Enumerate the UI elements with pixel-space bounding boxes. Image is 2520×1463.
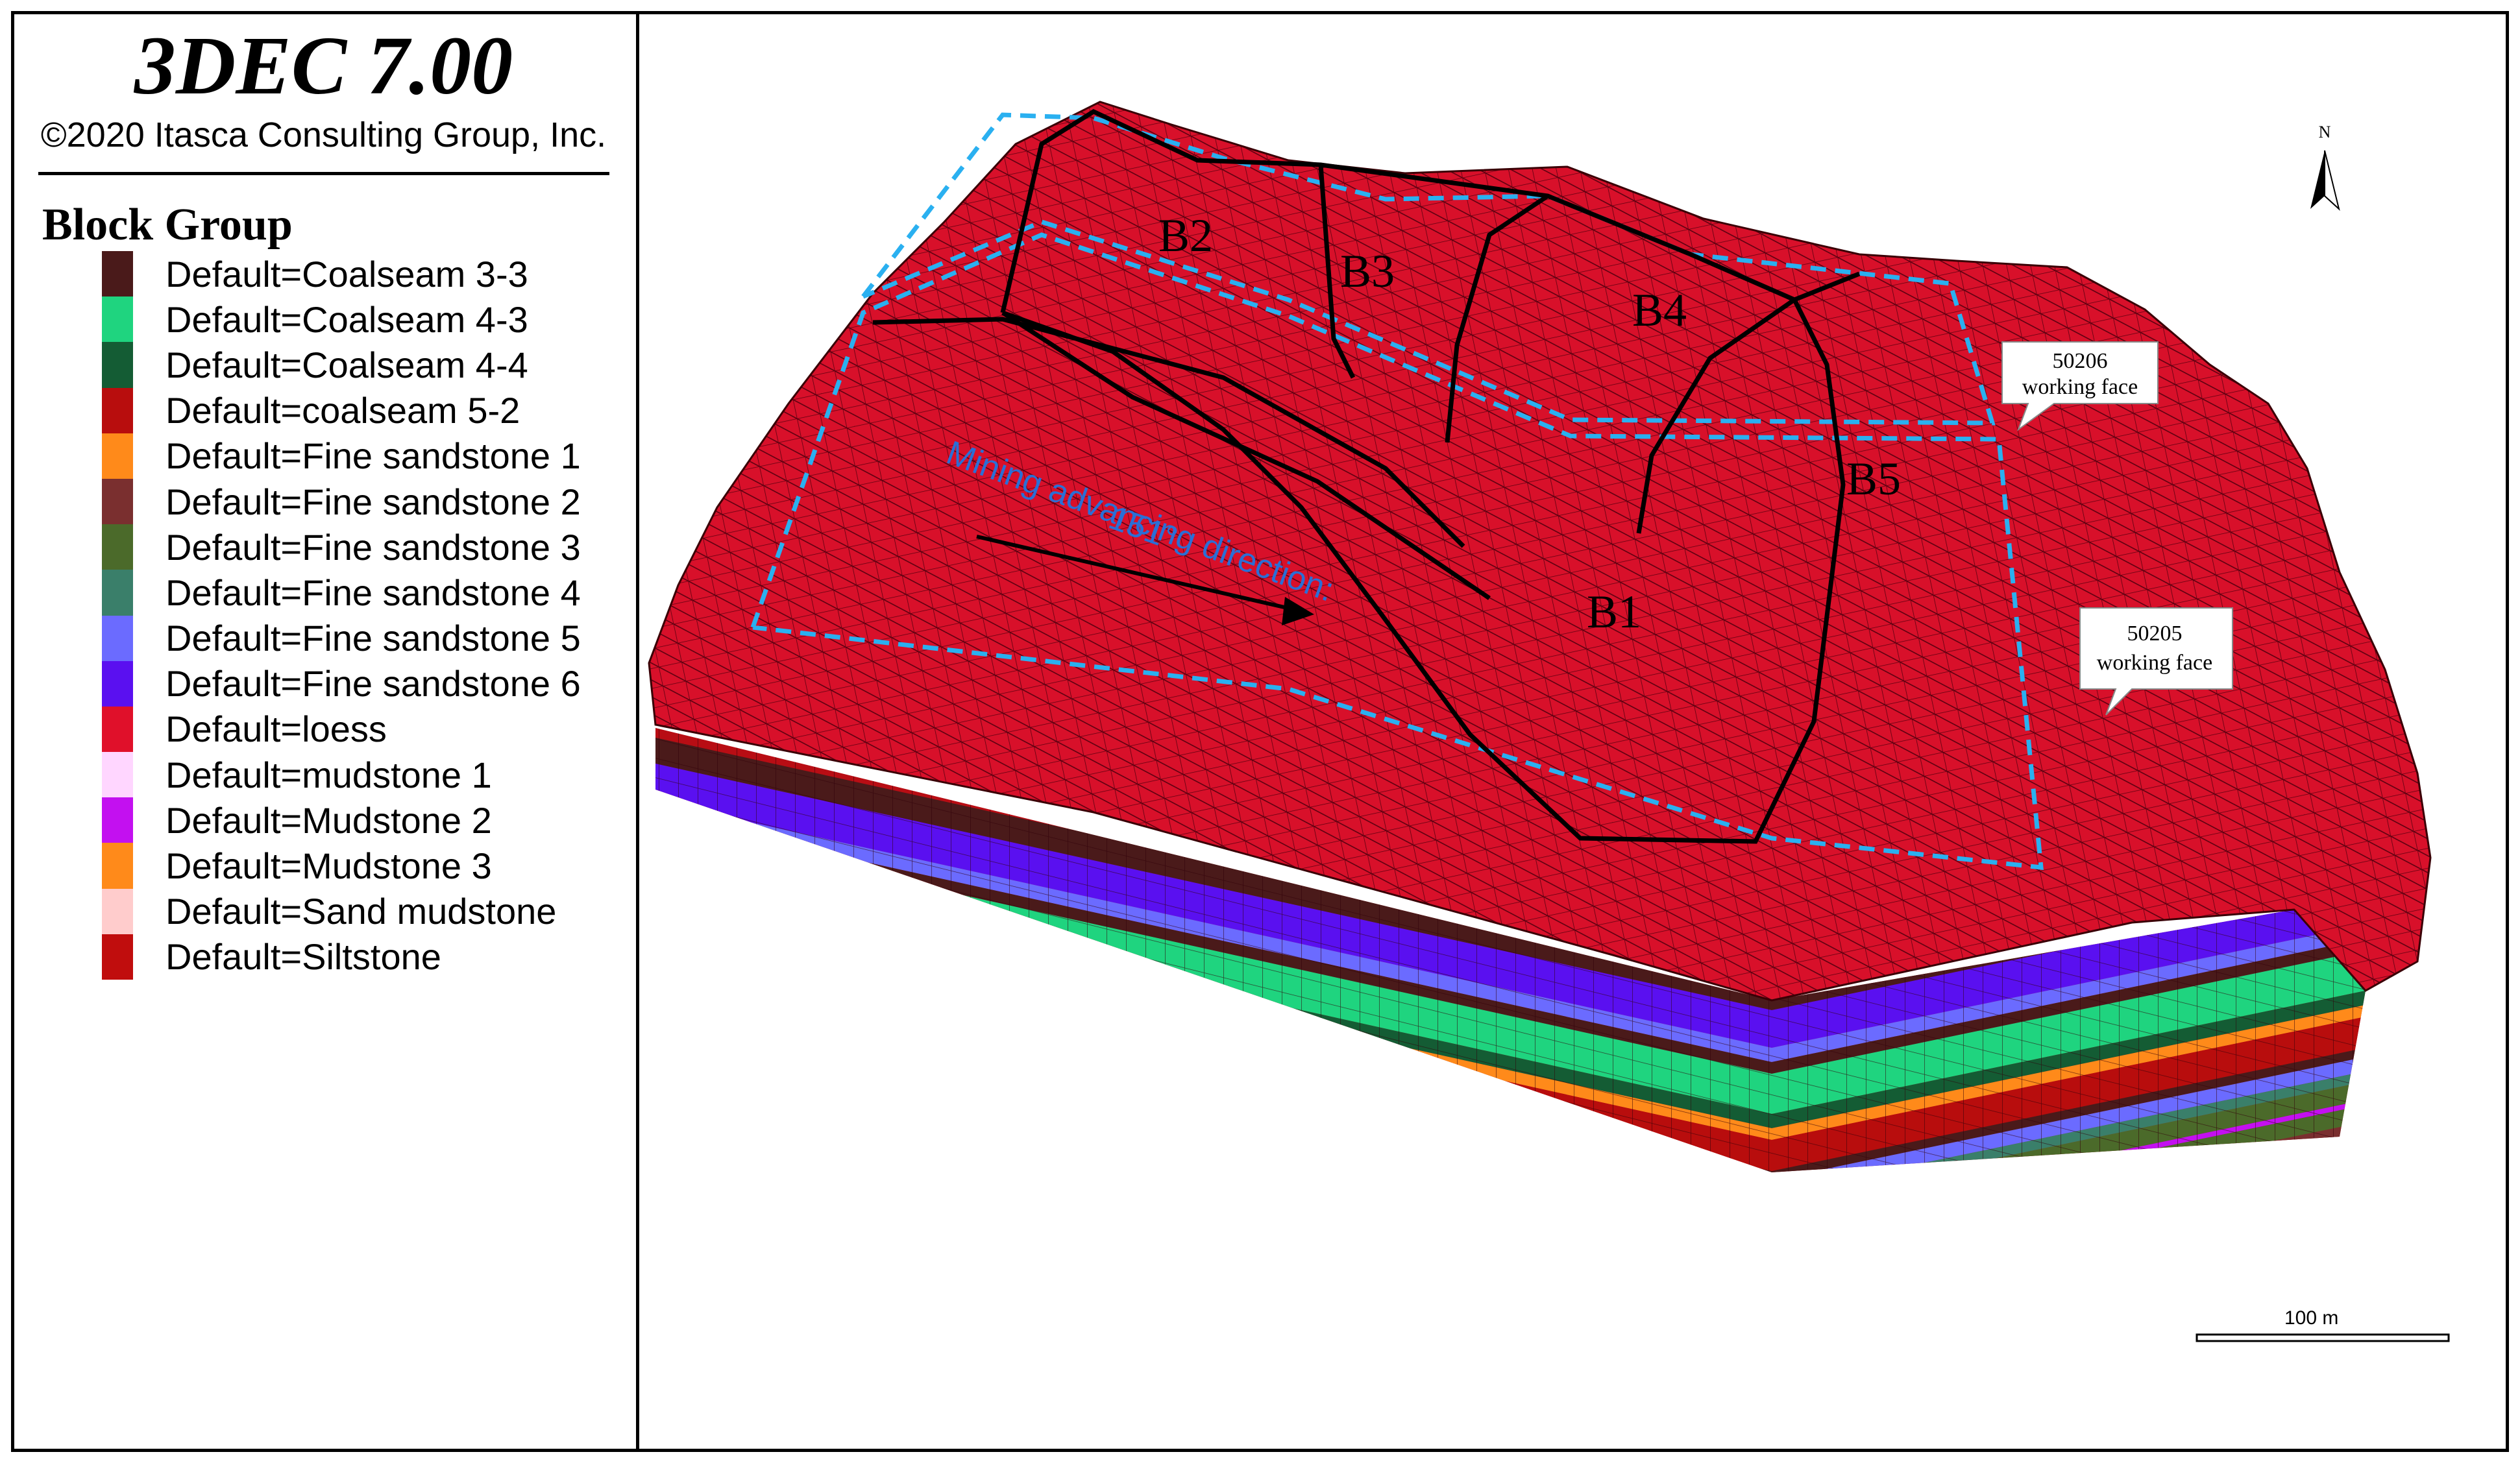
legend-swatch xyxy=(102,251,133,297)
legend-item: Default=Fine sandstone 1 xyxy=(102,433,581,479)
legend-swatch xyxy=(102,478,133,525)
block-label-b1: B1 xyxy=(1587,586,1641,638)
model-viewport[interactable]: Mining advancing direction: 151° B1 B2 B… xyxy=(639,14,2506,1449)
scale-bar-label: 100 m xyxy=(2284,1307,2339,1329)
scale-bar xyxy=(2196,1333,2450,1342)
block-label-b5: B5 xyxy=(1846,453,1901,505)
model-canvas[interactable]: Mining advancing direction: 151° B1 B2 B… xyxy=(639,14,2506,1449)
legend-list: Default=Coalseam 3-3 Default=Coalseam 4-3… xyxy=(102,251,581,980)
legend-item: Default=Coalseam 4-4 xyxy=(102,342,581,388)
legend-item: Default=Sand mudstone xyxy=(102,888,581,934)
legend-swatch xyxy=(102,797,133,843)
copyright-text: ©2020 Itasca Consulting Group, Inc. xyxy=(40,115,607,154)
legend-swatch xyxy=(102,660,133,707)
legend-item: Default=Coalseam 4-3 xyxy=(102,296,581,343)
legend-swatch xyxy=(102,570,133,616)
legend-label: Default=coalseam 5-2 xyxy=(165,390,520,431)
legend-swatch xyxy=(102,706,133,753)
app-title: 3DEC 7.00 xyxy=(134,19,513,112)
legend-item: Default=Mudstone 2 xyxy=(102,797,581,843)
legend-swatch xyxy=(102,524,133,570)
block-label-b4: B4 xyxy=(1632,284,1687,336)
legend-swatch xyxy=(102,342,133,388)
legend-label: Default=Fine sandstone 3 xyxy=(165,526,581,568)
legend-swatch xyxy=(102,615,133,661)
legend-swatch xyxy=(102,296,133,343)
legend-item: Default=Siltstone xyxy=(102,934,581,980)
legend-item: Default=coalseam 5-2 xyxy=(102,387,581,433)
legend-item: Default=Fine sandstone 4 xyxy=(102,570,581,616)
block-label-b3: B3 xyxy=(1340,245,1395,297)
legend-label: Default=Fine sandstone 5 xyxy=(165,618,581,659)
legend-item: Default=mudstone 1 xyxy=(102,752,581,798)
legend-item: Default=Fine sandstone 2 xyxy=(102,478,581,525)
legend-swatch xyxy=(102,387,133,433)
legend-label: Default=Sand mudstone xyxy=(165,891,557,932)
legend-label: Default=Coalseam 3-3 xyxy=(165,253,528,295)
legend-item: Default=Coalseam 3-3 xyxy=(102,251,581,297)
legend-item: Default=Fine sandstone 6 xyxy=(102,660,581,707)
legend-label: Default=Mudstone 3 xyxy=(165,845,492,887)
legend-title: Block Group xyxy=(42,200,293,250)
legend-label: Default=Fine sandstone 6 xyxy=(165,663,581,705)
callout-50206-text: working face xyxy=(2022,375,2138,399)
legend-swatch xyxy=(102,433,133,479)
legend-panel: 3DEC 7.00 ©2020 Itasca Consulting Group,… xyxy=(11,11,639,1452)
north-label: N xyxy=(2319,123,2331,141)
legend-label: Default=Mudstone 2 xyxy=(165,799,492,841)
legend-item: Default=Mudstone 3 xyxy=(102,843,581,889)
legend-swatch xyxy=(102,888,133,934)
callout-50205-text: working face xyxy=(2097,651,2212,675)
legend-label: Default=Coalseam 4-4 xyxy=(165,344,528,385)
title-divider xyxy=(38,172,609,175)
callout-50206-id: 50206 xyxy=(2053,349,2108,373)
legend-item: Default=loess xyxy=(102,706,581,753)
legend-label: Default=mudstone 1 xyxy=(165,754,492,795)
legend-swatch xyxy=(102,752,133,798)
legend-label: Default=Fine sandstone 2 xyxy=(165,481,581,522)
legend-label: Default=loess xyxy=(165,708,387,750)
legend-item: Default=Fine sandstone 3 xyxy=(102,524,581,570)
callout-50205-id: 50205 xyxy=(2127,622,2183,646)
legend-label: Default=Coalseam 4-3 xyxy=(165,298,528,340)
legend-label: Default=Fine sandstone 1 xyxy=(165,435,581,477)
legend-swatch xyxy=(102,934,133,980)
legend-item: Default=Fine sandstone 5 xyxy=(102,615,581,661)
legend-swatch xyxy=(102,843,133,889)
block-label-b2: B2 xyxy=(1158,210,1213,261)
north-arrow-icon: N xyxy=(2310,123,2340,211)
legend-label: Default=Fine sandstone 4 xyxy=(165,572,581,613)
legend-label: Default=Siltstone xyxy=(165,936,441,978)
